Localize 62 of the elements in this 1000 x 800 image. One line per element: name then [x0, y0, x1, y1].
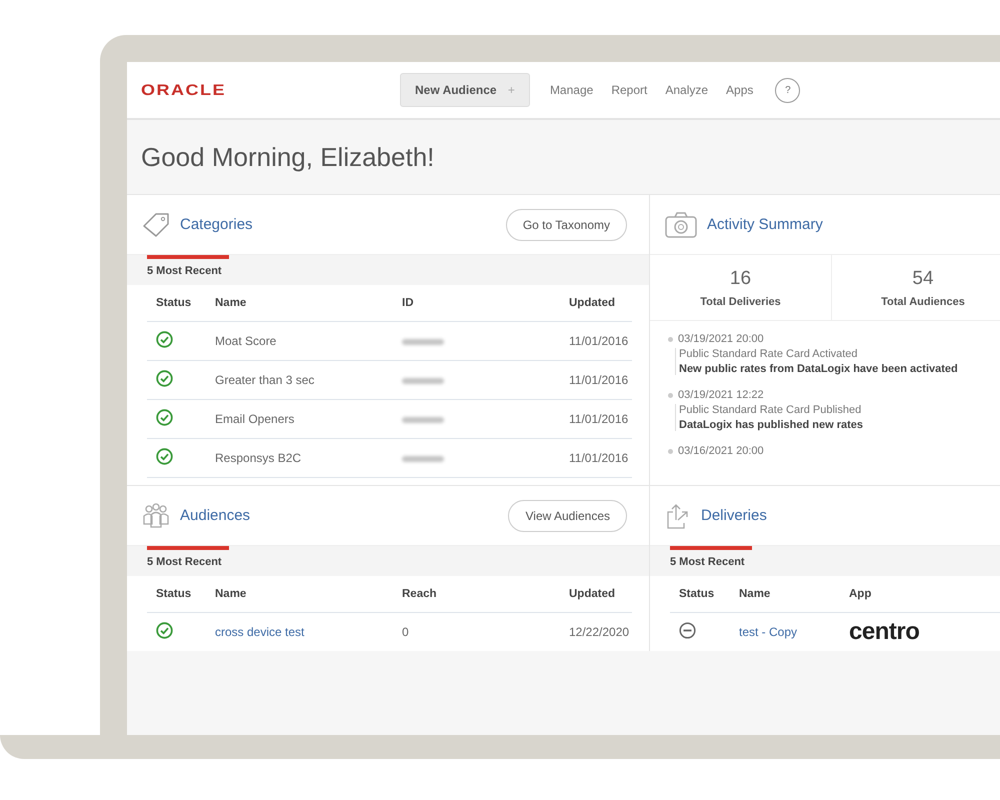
redacted-id [402, 417, 444, 423]
camera-icon [665, 212, 697, 238]
stat-value: 16 [730, 268, 752, 290]
help-button[interactable]: ? [775, 78, 800, 102]
table-cell: Greater than 3 sec [215, 373, 314, 387]
nav-link[interactable]: Apps [726, 83, 754, 97]
redacted-id [402, 339, 444, 345]
column-header: ID [402, 297, 414, 309]
timeline-dot [668, 448, 673, 454]
tag-icon [142, 212, 170, 238]
column-header: Name [215, 588, 246, 600]
nav-link[interactable]: Manage [550, 83, 594, 97]
event-detail: New public rates from DataLogix have been activated [679, 363, 959, 375]
section-subtitle: 5 Most Recent [147, 265, 223, 277]
column-header: App [849, 588, 872, 600]
event-time: 03/19/2021 20:00 [678, 333, 764, 345]
column-header: Updated [569, 297, 615, 309]
event-title: Public Standard Rate Card Activated [679, 348, 859, 360]
redacted-id [402, 456, 444, 462]
delivery-link[interactable]: test - Copy [739, 625, 798, 639]
table-cell: 12/22/2020 [569, 625, 630, 639]
table-cell: 11/01/2016 [569, 451, 628, 465]
table-cell: Email Openers [215, 412, 294, 426]
view-audiences-button[interactable]: View Audiences [508, 500, 627, 532]
column-header: Reach [402, 588, 437, 600]
section-subtitle: 5 Most Recent [147, 556, 223, 568]
panel-title: Audiences [180, 507, 250, 524]
column-header: Status [679, 588, 714, 600]
go-to-taxonomy-button[interactable]: Go to Taxonomy [506, 208, 627, 240]
timeline-dot [668, 392, 673, 398]
table-cell: 11/01/2016 [569, 373, 628, 387]
section-subtitle: 5 Most Recent [670, 556, 746, 568]
nav-link[interactable]: Report [611, 83, 648, 97]
app-logo: centro [849, 618, 920, 645]
event-time: 03/19/2021 12:22 [678, 389, 764, 401]
table-cell: 0 [402, 625, 409, 639]
event-title: Public Standard Rate Card Published [679, 404, 862, 416]
table-cell: 11/01/2016 [569, 334, 628, 348]
event-time: 03/16/2021 20:00 [678, 445, 764, 457]
event-detail: DataLogix has published new rates [679, 419, 864, 431]
oracle-logo[interactable]: ORACLE [141, 81, 226, 99]
timeline-dot [668, 336, 673, 342]
table-cell: Responsys B2C [215, 451, 302, 465]
column-header: Updated [569, 588, 615, 600]
table-cell: Moat Score [215, 334, 276, 348]
table-cell: 11/01/2016 [569, 412, 628, 426]
stat-label: Total Deliveries [700, 296, 781, 308]
nav-link[interactable]: Analyze [665, 83, 708, 97]
panel-title: Activity Summary [707, 216, 823, 233]
panel-title: Deliveries [701, 507, 767, 524]
people-icon [142, 502, 170, 530]
panel-title: Categories [180, 216, 253, 233]
column-header: Name [739, 588, 770, 600]
greeting-heading: Good Morning, Elizabeth! [141, 142, 434, 172]
stat-value: 54 [912, 268, 934, 290]
new-audience-button[interactable]: New Audience + [400, 73, 530, 107]
column-header: Name [215, 297, 246, 309]
stat-label: Total Audiences [881, 296, 965, 308]
redacted-id [402, 378, 444, 384]
audience-link[interactable]: cross device test [215, 625, 304, 639]
column-header: Status [156, 588, 192, 600]
column-header: Status [156, 297, 192, 309]
